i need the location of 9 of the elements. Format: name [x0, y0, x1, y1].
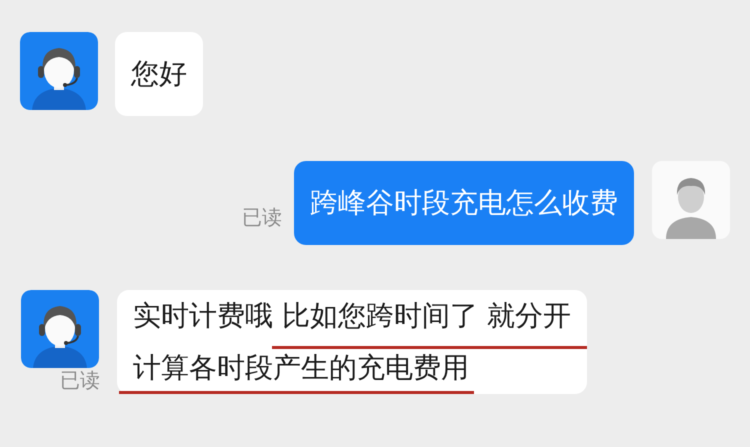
message-text: 跨峰谷时段充电怎么收费: [310, 185, 618, 221]
message-text: 实时计费哦 比如您跨时间了 就分开: [133, 298, 571, 334]
read-receipt: 已读: [242, 205, 282, 229]
agent-avatar-icon: [21, 290, 99, 368]
message-text: 计算各时段产生的充电费用: [133, 350, 470, 386]
message-text: 您好: [131, 56, 187, 92]
read-receipt: 已读: [60, 368, 100, 392]
agent-avatar-icon: [20, 32, 98, 110]
user-avatar-icon: [652, 161, 730, 239]
